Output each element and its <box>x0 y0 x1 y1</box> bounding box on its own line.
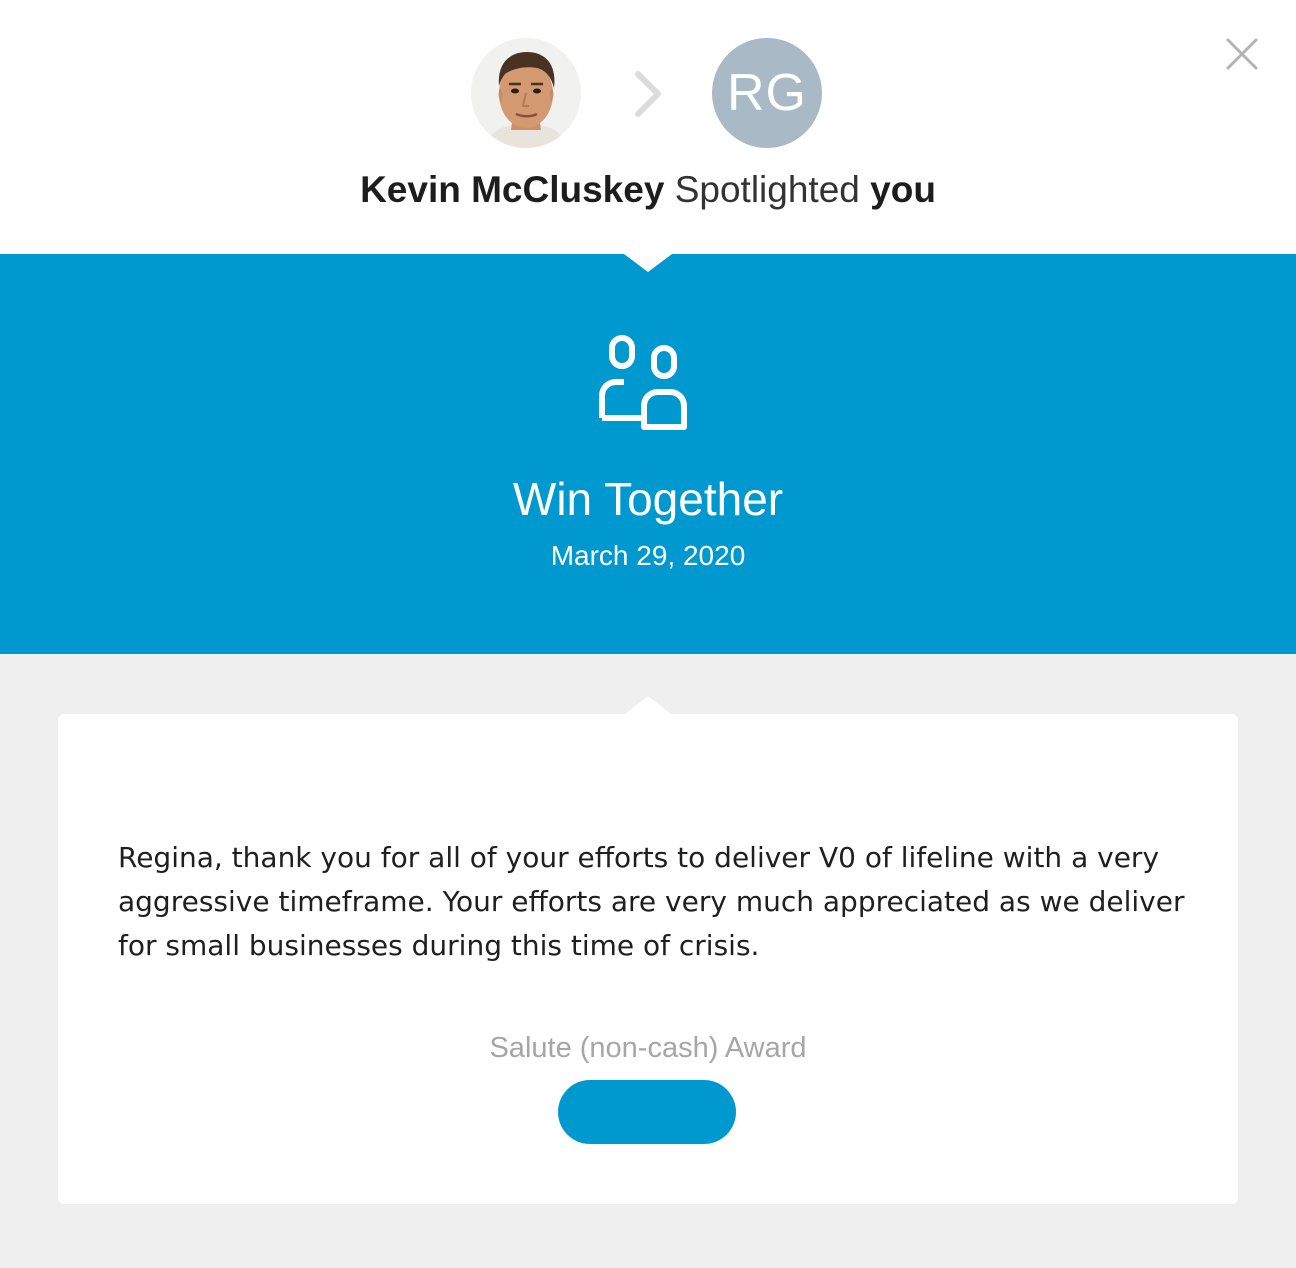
spotlight-modal: RG Kevin McCluskey Spotlighted you Win T… <box>0 0 1296 1268</box>
modal-header: RG Kevin McCluskey Spotlighted you <box>0 0 1296 254</box>
award-value-button[interactable] <box>558 1080 736 1144</box>
award-type-label: Salute (non-cash) Award <box>489 1032 807 1064</box>
sender-photo <box>471 38 581 148</box>
award-banner: Win Together March 29, 2020 <box>0 254 1296 654</box>
action-text: Spotlighted <box>674 169 860 210</box>
close-button[interactable] <box>1222 34 1262 74</box>
card-pointer <box>624 696 672 715</box>
recipient-avatar[interactable]: RG <box>712 38 822 148</box>
chevron-right-icon <box>635 71 661 117</box>
award-title: Win Together <box>512 473 784 525</box>
spotlight-headline: Kevin McCluskey Spotlighted you <box>0 166 1296 214</box>
message-card: Regina, thank you for all of your effort… <box>58 714 1238 1204</box>
team-icon <box>599 335 687 430</box>
award-date: March 29, 2020 <box>550 540 746 571</box>
sender-name[interactable]: Kevin McCluskey <box>360 169 664 210</box>
banner-pointer <box>624 254 672 272</box>
recipient-text: you <box>870 169 936 210</box>
spotlight-message: Regina, thank you for all of your effort… <box>118 841 1185 962</box>
sender-avatar[interactable] <box>471 38 581 148</box>
close-icon <box>1226 38 1258 70</box>
